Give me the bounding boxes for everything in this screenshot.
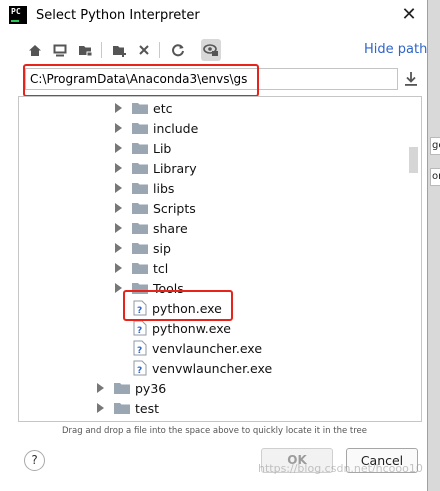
tree-item-label: Lib — [153, 140, 172, 156]
expand-arrow-icon[interactable] — [97, 403, 104, 413]
background-window-edge — [428, 0, 440, 491]
executable-file-icon: ? — [133, 320, 147, 336]
drag-drop-hint: Drag and drop a file into the space abov… — [62, 426, 368, 436]
executable-file-icon: ? — [133, 360, 147, 376]
tree-item-include[interactable]: include — [115, 118, 421, 138]
tree-item-lib[interactable]: Lib — [115, 138, 421, 158]
tree-item-label: venvwlauncher.exe — [152, 360, 273, 376]
executable-file-icon: ? — [133, 340, 147, 356]
folder-icon — [132, 222, 148, 234]
tree-item-label: py36 — [135, 380, 167, 396]
tree-item-tools[interactable]: Tools — [115, 278, 421, 298]
file-tree[interactable]: etc include Lib Library libs Scripts sha… — [18, 96, 422, 422]
app-icon-text: PC — [11, 7, 21, 16]
tree-item-label: python.exe — [152, 300, 222, 316]
folder-icon — [132, 262, 148, 274]
tree-item-venvlauncher-exe[interactable]: ? venvlauncher.exe — [133, 338, 421, 358]
expand-arrow-icon[interactable] — [115, 223, 122, 233]
tree-item-etc[interactable]: etc — [115, 98, 421, 118]
tree-item-python-exe[interactable]: ? python.exe — [133, 298, 421, 318]
tree-item-share[interactable]: share — [115, 218, 421, 238]
tree-item-label: test — [135, 400, 160, 416]
tree-item-test[interactable]: test — [97, 398, 421, 418]
folder-icon — [132, 182, 148, 194]
tree-item-sip[interactable]: sip — [115, 238, 421, 258]
hide-path-link[interactable]: Hide path — [364, 42, 427, 57]
expand-arrow-icon[interactable] — [115, 243, 122, 253]
tree-item-scripts[interactable]: Scripts — [115, 198, 421, 218]
tree-item-venvwlauncher-exe[interactable]: ? venvwlauncher.exe — [133, 358, 421, 378]
tree-item-label: libs — [153, 180, 175, 196]
svg-text:?: ? — [137, 326, 142, 336]
expand-arrow-icon[interactable] — [115, 163, 122, 173]
delete-icon[interactable] — [134, 39, 154, 61]
folder-icon — [114, 402, 130, 414]
tree-item-label: Tools — [153, 280, 184, 296]
tree-item-library[interactable]: Library — [115, 158, 421, 178]
toolbar: Hide path — [0, 38, 428, 64]
tree-item-label: etc — [153, 100, 173, 116]
expand-arrow-icon[interactable] — [97, 383, 104, 393]
svg-text:?: ? — [137, 306, 142, 316]
desktop-icon[interactable] — [50, 39, 70, 61]
folder-icon — [132, 202, 148, 214]
folder-icon — [132, 102, 148, 114]
download-icon[interactable] — [403, 70, 419, 88]
tree-item-label: venvlauncher.exe — [152, 340, 263, 356]
refresh-icon[interactable] — [168, 39, 188, 61]
project-icon[interactable] — [75, 39, 95, 61]
new-folder-icon[interactable] — [109, 39, 129, 61]
folder-icon — [132, 122, 148, 134]
help-button[interactable]: ? — [24, 450, 45, 471]
tree-item-tcl[interactable]: tcl — [115, 258, 421, 278]
close-icon[interactable]: ✕ — [397, 3, 421, 27]
expand-arrow-icon[interactable] — [115, 183, 122, 193]
svg-text:?: ? — [137, 366, 142, 376]
title-bar: PC Select Python Interpreter ✕ — [0, 0, 428, 32]
expand-arrow-icon[interactable] — [115, 203, 122, 213]
tree-item-label: pythonw.exe — [152, 320, 231, 336]
pycharm-app-icon: PC — [9, 6, 27, 24]
executable-file-icon: ? — [133, 300, 147, 316]
expand-arrow-icon[interactable] — [115, 103, 122, 113]
folder-icon — [132, 242, 148, 254]
tree-item-pythonw-exe[interactable]: ? pythonw.exe — [133, 318, 421, 338]
watermark-text: https://blog.csdn.net/hcooo10 — [258, 462, 423, 475]
window-title: Select Python Interpreter — [36, 8, 200, 23]
folder-icon — [132, 282, 148, 294]
tree-item-label: tcl — [153, 260, 169, 276]
path-input[interactable] — [25, 68, 398, 90]
tree-item-label: Scripts — [153, 200, 196, 216]
home-icon[interactable] — [25, 39, 45, 61]
folder-icon — [132, 162, 148, 174]
show-hidden-icon[interactable] — [201, 39, 221, 61]
tree-item-label: Library — [153, 160, 197, 176]
tree-item-libs[interactable]: libs — [115, 178, 421, 198]
expand-arrow-icon[interactable] — [115, 263, 122, 273]
tree-item-label: share — [153, 220, 188, 236]
select-interpreter-dialog: PC Select Python Interpreter ✕ Hide path — [0, 0, 428, 491]
folder-icon — [114, 382, 130, 394]
tree-item-label: sip — [153, 240, 171, 256]
expand-arrow-icon[interactable] — [115, 123, 122, 133]
tree-item-label: include — [153, 120, 199, 136]
expand-arrow-icon[interactable] — [115, 283, 122, 293]
tree-item-py36[interactable]: py36 — [97, 378, 421, 398]
folder-icon — [132, 142, 148, 154]
background-fragment-1: ge — [430, 137, 440, 155]
background-fragment-2: or — [430, 168, 440, 186]
expand-arrow-icon[interactable] — [115, 143, 122, 153]
svg-text:?: ? — [137, 346, 142, 356]
